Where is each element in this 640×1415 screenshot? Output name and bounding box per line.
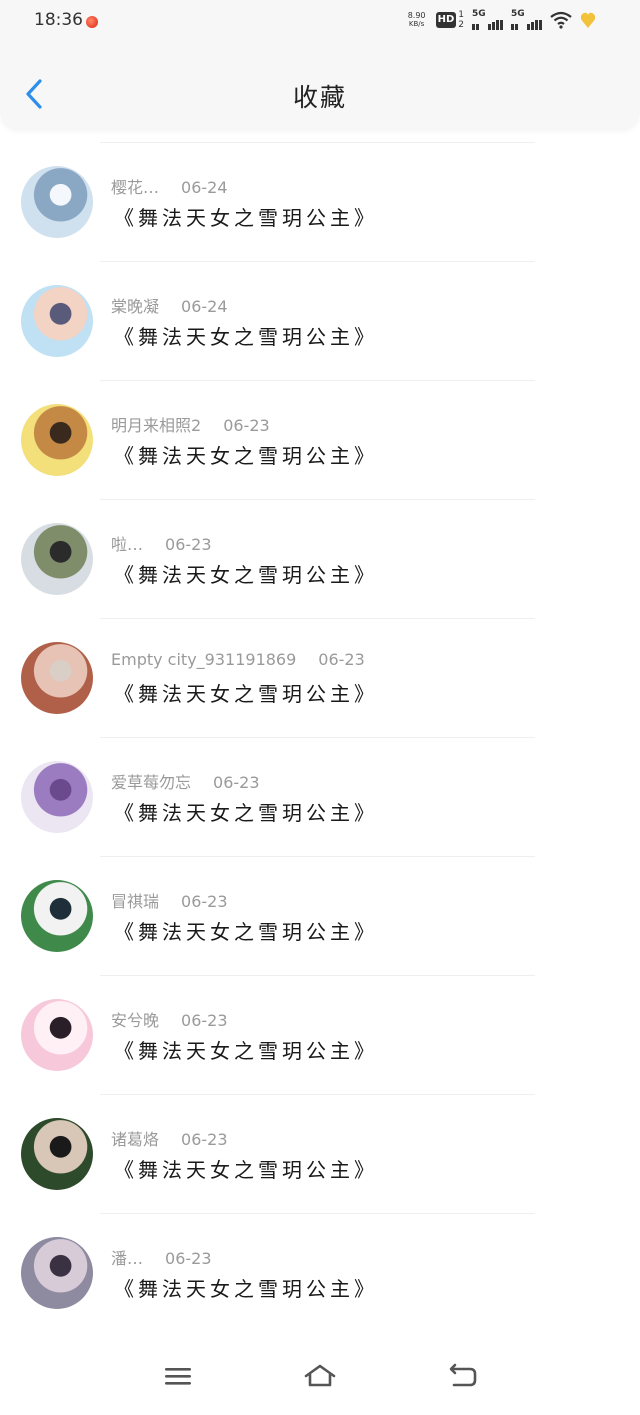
work-title[interactable]: 《舞法天女之雪玥公主》 xyxy=(114,1273,378,1302)
date: 06-23 xyxy=(223,416,270,435)
avatar[interactable] xyxy=(21,880,93,952)
date: 06-23 xyxy=(318,650,365,669)
divider xyxy=(100,261,535,262)
work-title[interactable]: 《舞法天女之雪玥公主》 xyxy=(114,202,378,231)
avatar[interactable] xyxy=(21,285,93,357)
divider xyxy=(100,499,535,500)
work-title[interactable]: 《舞法天女之雪玥公主》 xyxy=(114,321,378,350)
menu-icon[interactable] xyxy=(161,1361,195,1391)
divider xyxy=(100,380,535,381)
date: 06-23 xyxy=(181,892,228,911)
username[interactable]: 樱花… xyxy=(111,178,159,197)
back-nav-icon[interactable] xyxy=(446,1361,480,1391)
username[interactable]: 明月来相照2 xyxy=(111,416,201,435)
hd-sub: 1 2 xyxy=(458,10,464,30)
work-title[interactable]: 《舞法天女之雪玥公主》 xyxy=(114,916,378,945)
work-title[interactable]: 《舞法天女之雪玥公主》 xyxy=(114,1035,378,1064)
item-meta: 潘… 06-23 xyxy=(111,1245,212,1269)
date: 06-23 xyxy=(165,535,212,554)
username[interactable]: 诸葛烙 xyxy=(111,1130,159,1149)
work-title[interactable]: 《舞法天女之雪玥公主》 xyxy=(114,559,378,588)
list-item[interactable]: Empty city_931191869 06-23 《舞法天女之雪玥公主》 xyxy=(0,618,640,737)
status-bar: 18:36 8.90 KB/s HD 1 2 5G 5G xyxy=(0,0,640,46)
wifi-icon xyxy=(550,11,572,29)
avatar[interactable] xyxy=(21,1118,93,1190)
item-meta: 樱花… 06-24 xyxy=(111,174,228,198)
hd-icon: HD xyxy=(435,12,457,28)
list-item[interactable]: 诸葛烙 06-23 《舞法天女之雪玥公主》 xyxy=(0,1094,640,1213)
avatar[interactable] xyxy=(21,166,93,238)
divider xyxy=(100,737,535,738)
item-meta: 啦… 06-23 xyxy=(111,531,212,555)
status-icons: 8.90 KB/s HD 1 2 5G 5G xyxy=(406,9,596,30)
avatar[interactable] xyxy=(21,523,93,595)
work-title[interactable]: 《舞法天女之雪玥公主》 xyxy=(114,1154,378,1183)
work-title[interactable]: 《舞法天女之雪玥公主》 xyxy=(114,440,378,469)
avatar[interactable] xyxy=(21,642,93,714)
username[interactable]: 安兮晚 xyxy=(111,1011,159,1030)
username[interactable]: Empty city_931191869 xyxy=(111,650,296,669)
divider xyxy=(100,1094,535,1095)
list-item[interactable]: 爱草莓勿忘 06-23 《舞法天女之雪玥公主》 xyxy=(0,737,640,856)
item-meta: 明月来相照2 06-23 xyxy=(111,412,270,436)
item-meta: Empty city_931191869 06-23 xyxy=(111,650,365,669)
date: 06-23 xyxy=(165,1249,212,1268)
item-meta: 安兮晚 06-23 xyxy=(111,1007,228,1031)
system-nav-bar xyxy=(0,1335,640,1415)
divider xyxy=(100,618,535,619)
page-title: 收藏 xyxy=(292,83,347,112)
network-speed: 8.90 KB/s xyxy=(407,11,426,28)
home-icon[interactable] xyxy=(303,1361,337,1391)
battery-heart-icon xyxy=(580,12,596,28)
status-time: 18:36 xyxy=(34,10,83,30)
favorites-list: 樱花… 06-24 《舞法天女之雪玥公主》 棠晚凝 06-24 《舞法天女之雪玥公主》 明月… xyxy=(0,142,640,1332)
item-meta: 棠晚凝 06-24 xyxy=(111,293,228,317)
avatar[interactable] xyxy=(21,404,93,476)
list-item[interactable]: 冒祺瑞 06-23 《舞法天女之雪玥公主》 xyxy=(0,856,640,975)
work-title[interactable]: 《舞法天女之雪玥公主》 xyxy=(114,678,378,707)
signal-icon: 5G xyxy=(472,9,503,30)
date: 06-23 xyxy=(213,773,260,792)
username[interactable]: 棠晚凝 xyxy=(111,297,159,316)
list-item[interactable]: 安兮晚 06-23 《舞法天女之雪玥公主》 xyxy=(0,975,640,1094)
date: 06-24 xyxy=(181,297,228,316)
list-item[interactable]: 棠晚凝 06-24 《舞法天女之雪玥公主》 xyxy=(0,261,640,380)
avatar[interactable] xyxy=(21,999,93,1071)
avatar[interactable] xyxy=(21,1237,93,1309)
list-item[interactable]: 明月来相照2 06-23 《舞法天女之雪玥公主》 xyxy=(0,380,640,499)
divider xyxy=(100,975,535,976)
username[interactable]: 潘… xyxy=(111,1249,143,1268)
signal-icon: 5G xyxy=(511,9,542,30)
notification-icon xyxy=(86,16,98,28)
work-title[interactable]: 《舞法天女之雪玥公主》 xyxy=(114,797,378,826)
item-meta: 诸葛烙 06-23 xyxy=(111,1126,228,1150)
divider xyxy=(100,1213,535,1214)
list-item[interactable]: 啦… 06-23 《舞法天女之雪玥公主》 xyxy=(0,499,640,618)
date: 06-23 xyxy=(181,1130,228,1149)
list-item[interactable]: 潘… 06-23 《舞法天女之雪玥公主》 xyxy=(0,1213,640,1332)
username[interactable]: 啦… xyxy=(111,535,143,554)
item-meta: 冒祺瑞 06-23 xyxy=(111,888,228,912)
item-meta: 爱草莓勿忘 06-23 xyxy=(111,769,260,793)
divider xyxy=(100,142,535,143)
header: 收藏 xyxy=(0,46,640,130)
username[interactable]: 冒祺瑞 xyxy=(111,892,159,911)
username[interactable]: 爱草莓勿忘 xyxy=(111,773,191,792)
divider xyxy=(100,856,535,857)
avatar[interactable] xyxy=(21,761,93,833)
date: 06-24 xyxy=(181,178,228,197)
list-item[interactable]: 樱花… 06-24 《舞法天女之雪玥公主》 xyxy=(0,142,640,261)
date: 06-23 xyxy=(181,1011,228,1030)
